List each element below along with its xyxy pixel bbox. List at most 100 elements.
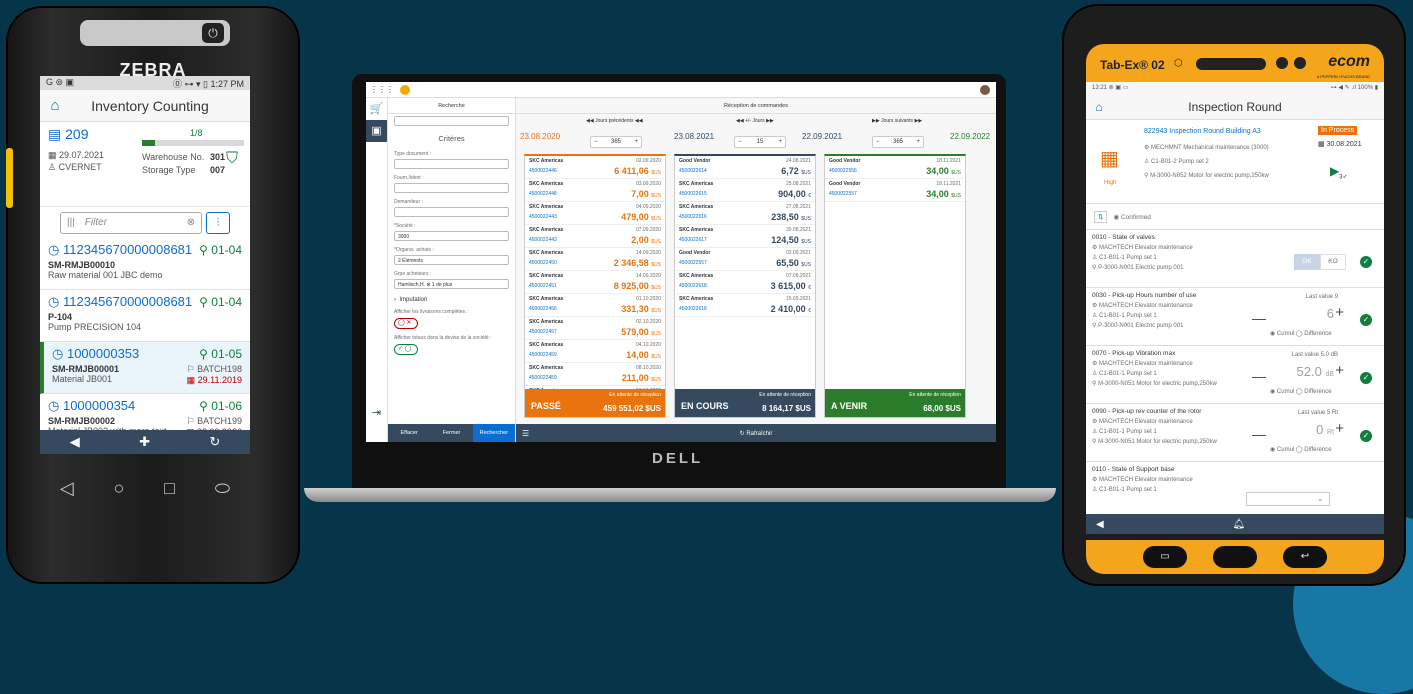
list-view-icon[interactable]: ☰ xyxy=(522,429,529,438)
order-card[interactable]: SKC Americas 4500022616 27.08.2021 238,50 $… xyxy=(675,202,815,225)
po-number[interactable]: 4500022557 xyxy=(679,260,707,266)
back-icon[interactable]: ◀ xyxy=(70,434,80,450)
po-number[interactable]: 4500022617 xyxy=(679,237,707,243)
order-card[interactable]: SKC Americas 4500022443 04.09.2020 479,00 $… xyxy=(525,202,665,225)
scan-side-button[interactable] xyxy=(6,148,13,208)
user-avatar[interactable] xyxy=(980,84,990,95)
po-number[interactable]: 4500022459 xyxy=(529,352,557,358)
clear-icon[interactable]: ⊗ xyxy=(187,217,195,228)
clear-button[interactable]: Effacer xyxy=(388,430,430,436)
operation-row[interactable]: 0010 - State of valves ⚙ MACHTECH Elevato… xyxy=(1086,230,1384,288)
add-icon[interactable]: ✚ xyxy=(139,434,150,450)
criteria-input[interactable] xyxy=(394,183,509,193)
previous-days-stepper[interactable]: −365 + xyxy=(590,136,642,148)
exit-icon[interactable]: ⇥ xyxy=(366,402,387,424)
ko-button[interactable]: KO xyxy=(1320,254,1346,270)
nav-home-icon[interactable]: ○ xyxy=(113,478,124,499)
clipboard-icon[interactable]: ▣ xyxy=(366,120,387,142)
refresh-icon[interactable]: ↻ xyxy=(209,434,220,450)
next-days-stepper[interactable]: −365 + xyxy=(872,136,924,148)
po-number[interactable]: 4500022557 xyxy=(829,191,857,197)
list-item[interactable]: ◷ 112345670000008681 ⚲ 01-04 SM-RMJB00010 R… xyxy=(40,238,250,290)
increment-button[interactable]: + xyxy=(1335,362,1344,379)
po-number[interactable]: 4500022618 xyxy=(679,306,707,312)
home-icon[interactable]: ⌂ xyxy=(40,97,70,114)
home-icon[interactable]: ⌂ xyxy=(1086,100,1112,114)
search-top-field[interactable] xyxy=(394,116,509,126)
plus-minus-days-stepper[interactable]: −15 + xyxy=(734,136,786,148)
order-card[interactable]: SKC Americas 4500022459 04.10.2020 14,00 $U… xyxy=(525,340,665,363)
plus-minus-days-nav[interactable]: ◀◀ +/- Jours ▶▶ xyxy=(736,118,774,124)
power-icon[interactable]: ⏻ xyxy=(202,23,224,43)
list-item[interactable]: ◷ 112345670000008681 ⚲ 01-04 P-104 Pump PRE… xyxy=(40,290,250,342)
po-number[interactable]: 4500022616 xyxy=(679,214,707,220)
criteria-input[interactable]: Hamlisch,H. ⊗ 1 de plus xyxy=(394,279,509,289)
measurement-value[interactable]: 0 Rt xyxy=(1316,422,1334,437)
po-number[interactable]: 4500022556 xyxy=(829,168,857,174)
order-card[interactable]: SKC Americas 4500022451 14.09.2020 8 925,00… xyxy=(525,271,665,294)
decrement-button[interactable]: — xyxy=(1252,368,1266,384)
criteria-input[interactable] xyxy=(394,207,509,217)
order-card[interactable]: SKC Americas 4500022446 02.09.2020 6 411,06… xyxy=(525,156,665,179)
sort-icon[interactable]: ⇅ xyxy=(1094,210,1108,223)
measurement-value[interactable]: 52.0 dB xyxy=(1297,364,1335,379)
order-card[interactable]: SKC Americas 4500022448 03.09.2020 7,00 $US xyxy=(525,179,665,202)
criteria-input[interactable] xyxy=(394,159,509,169)
operation-row[interactable]: 0090 - Pick-up rev counter of the rotor ⚙… xyxy=(1086,404,1384,462)
cumul-difference-radio[interactable]: ◉ Cumul ◯ Difference xyxy=(1270,330,1332,337)
imputation-toggle[interactable]: › Imputation xyxy=(394,297,509,303)
criteria-input[interactable]: 2 Éléments xyxy=(394,255,509,265)
order-card[interactable]: Good Vendor 4500022556 18.11.2021 34,00 $US xyxy=(825,156,965,179)
decrement-button[interactable]: — xyxy=(1252,426,1266,442)
ok-button[interactable]: OK xyxy=(1294,254,1320,270)
criteria-input[interactable]: 3000 xyxy=(394,231,509,241)
home-hw-button[interactable] xyxy=(1213,546,1257,568)
back-hw-button[interactable]: ↩ xyxy=(1283,546,1327,568)
show-totals-switch[interactable]: ✓ ◯ xyxy=(394,344,418,355)
increment-button[interactable]: + xyxy=(1335,420,1344,437)
order-card[interactable]: Good Vendor 4500022614 24.08.2021 6,72 $US xyxy=(675,156,815,179)
order-card[interactable]: SKC Americas 4500022450 14.09.2020 2 346,58… xyxy=(525,248,665,271)
po-number[interactable]: 4500022448 xyxy=(529,191,557,197)
app-grid-icon[interactable]: ⋮⋮⋮ xyxy=(370,85,394,94)
po-number[interactable]: 4500022451 xyxy=(529,283,557,289)
show-completed-switch[interactable]: ◯ ✕ xyxy=(394,318,418,329)
po-number[interactable]: 4500022456 xyxy=(529,306,557,312)
po-number[interactable]: 4500022614 xyxy=(679,168,707,174)
measurement-value[interactable]: 6 xyxy=(1327,306,1334,321)
po-number[interactable]: 4500022457 xyxy=(529,329,557,335)
search-button[interactable]: Rechercher xyxy=(472,424,515,442)
state-select[interactable]: ⌄ xyxy=(1246,492,1330,506)
order-card[interactable]: Good Vendor 4500022557 18.11.2021 34,00 $US xyxy=(825,179,965,202)
order-card[interactable]: Good Vendor 4500022557 02.09.2021 65,50 $US xyxy=(675,248,815,271)
order-card[interactable]: SKC Americas 4500022456 01.10.2020 331,30 $… xyxy=(525,294,665,317)
cumul-difference-radio[interactable]: ◉ Cumul ◯ Difference xyxy=(1270,446,1332,453)
filter-input[interactable]: ||| Filter ⊗ xyxy=(60,211,202,234)
cart-icon[interactable]: 🛒 xyxy=(366,98,387,120)
nav-recents-icon[interactable]: □ xyxy=(164,478,175,499)
recents-hw-button[interactable]: ▭ xyxy=(1143,546,1187,568)
app-logo-icon[interactable] xyxy=(400,84,410,95)
back-icon[interactable]: ◀ xyxy=(1096,519,1104,530)
po-number[interactable]: 4500022450 xyxy=(529,260,557,266)
operation-row[interactable]: 0070 - Pick-up Vibration max ⚙ MACHTECH E… xyxy=(1086,346,1384,404)
list-item[interactable]: ◷ 1000000353 ⚲ 01-05 SM-RMJB00001 Material … xyxy=(40,342,250,394)
next-days-nav[interactable]: ▶▶ Jours suivants ▶▶ xyxy=(872,118,922,124)
po-number[interactable]: 4500022446 xyxy=(529,168,557,174)
order-card[interactable]: SKC Americas 4500022459 08.10.2020 211,00 $… xyxy=(525,363,665,386)
po-number[interactable]: 4500022443 xyxy=(529,214,557,220)
notification-bell-icon[interactable]: 🔔︎ xyxy=(1233,519,1246,530)
order-card[interactable]: SKC Americas 4500022618 07.09.2021 3 615,00… xyxy=(675,271,815,294)
refresh-button[interactable]: ↻ Rafraîchir xyxy=(740,430,773,437)
filter-settings-button[interactable]: ⫶ xyxy=(206,211,230,234)
cumul-difference-radio[interactable]: ◉ Cumul ◯ Difference xyxy=(1270,388,1332,395)
order-card[interactable]: SKC Americas 4500022617 30.08.2021 124,50 $… xyxy=(675,225,815,248)
nav-pill-icon[interactable]: ⬭ xyxy=(215,478,230,499)
confirmed-filter[interactable]: ◉ Confirmed xyxy=(1113,213,1150,221)
previous-days-nav[interactable]: ◀◀ Jours précédents ◀◀ xyxy=(586,118,643,124)
po-number[interactable]: 4500022615 xyxy=(679,191,707,197)
order-card[interactable]: SKC Americas 4500022457 02.10.2020 579,00 $… xyxy=(525,317,665,340)
nav-back-icon[interactable]: ◁ xyxy=(60,478,74,499)
po-number[interactable]: 4500022618 xyxy=(679,283,707,289)
decrement-button[interactable]: — xyxy=(1252,310,1266,326)
